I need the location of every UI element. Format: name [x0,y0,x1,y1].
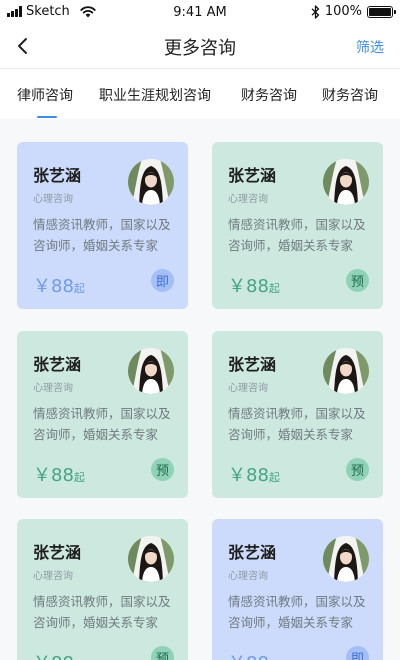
price-value: 88 [51,465,74,486]
consultant-card-2[interactable]: 张艺涵 心理咨询 情感资讯教师，国家以及 咨询师，婚姻关系专家 ￥88起 预 [212,142,383,309]
consultant-category: 心理咨询 [33,571,73,582]
currency-symbol: ￥ [33,465,51,486]
availability-badge: 即 [151,269,174,292]
battery-icon [367,5,396,18]
avatar-photo [323,348,369,394]
price-value: 88 [246,276,269,297]
active-tab-indicator [37,116,57,118]
consultant-card-4[interactable]: 张艺涵 心理咨询 情感资讯教师，国家以及 咨询师，婚姻关系专家 ￥88起 预 [212,331,383,498]
price: ￥88起 [228,461,280,487]
description-line: 咨询师，婚姻关系专家 [33,238,159,253]
consultant-category: 心理咨询 [228,571,268,582]
avatar [128,159,174,205]
bluetooth-icon [311,4,319,19]
currency-symbol: ￥ [33,653,51,660]
consultant-name: 张艺涵 [33,355,82,374]
availability-badge: 预 [346,458,369,481]
description-line: 情感资讯教师，国家以及 [228,594,366,609]
consultant-name: 张艺涵 [228,355,277,374]
description-line: 咨询师，婚姻关系专家 [228,238,354,253]
currency-symbol: ￥ [228,276,246,297]
description-line: 咨询师，婚姻关系专家 [228,615,354,630]
currency-symbol: ￥ [33,276,51,297]
currency-symbol: ￥ [228,465,246,486]
description-line: 情感资讯教师，国家以及 [33,217,171,232]
price-value: 88 [246,465,269,486]
consultant-card-3[interactable]: 张艺涵 心理咨询 情感资讯教师，国家以及 咨询师，婚姻关系专家 ￥88起 预 [17,331,188,498]
filter-button[interactable]: 筛选 [356,37,384,57]
description-line: 咨询师，婚姻关系专家 [33,427,159,442]
description-line: 情感资讯教师，国家以及 [228,406,366,421]
currency-symbol: ￥ [228,653,246,660]
consultant-category: 心理咨询 [33,194,73,205]
status-right: 100% [311,4,396,19]
consultant-category: 心理咨询 [228,383,268,394]
price-suffix: 起 [268,471,280,484]
price: ￥88起 [33,461,85,487]
consultant-category: 心理咨询 [33,383,73,394]
avatar [128,536,174,582]
price-value: 88 [246,653,269,660]
consultant-description: 情感资讯教师，国家以及 咨询师，婚姻关系专家 [228,214,378,256]
tab-lawyer[interactable]: 律师咨询 [17,85,73,105]
availability-badge: 即 [346,646,369,660]
category-tabs: 律师咨询 职业生涯规划咨询 财务咨询 财务咨询 [0,69,400,119]
avatar [128,348,174,394]
page-title: 更多咨询 [164,38,236,59]
avatar-photo [128,348,174,394]
avatar [323,348,369,394]
consultant-name: 张艺涵 [228,543,277,562]
price-suffix: 起 [73,282,85,295]
consultant-card-6[interactable]: 张艺涵 心理咨询 情感资讯教师，国家以及 咨询师，婚姻关系专家 ￥88起 即 [212,519,383,660]
avatar-photo [323,159,369,205]
tab-finance[interactable]: 财务咨询 [241,85,297,105]
consultant-description: 情感资讯教师，国家以及 咨询师，婚姻关系专家 [228,403,378,445]
battery-fill [369,7,391,16]
avatar [323,536,369,582]
tab-finance-2[interactable]: 财务咨询 [322,85,378,105]
consultant-name: 张艺涵 [33,543,82,562]
avatar-photo [323,536,369,582]
consultant-card-1[interactable]: 张艺涵 心理咨询 情感资讯教师，国家以及 咨询师，婚姻关系专家 ￥88起 即 [17,142,188,309]
description-line: 情感资讯教师，国家以及 [33,594,171,609]
price: ￥88起 [228,272,280,298]
avatar-photo [128,159,174,205]
description-line: 咨询师，婚姻关系专家 [228,427,354,442]
consultant-description: 情感资讯教师，国家以及 咨询师，婚姻关系专家 [33,403,183,445]
battery-percent: 100% [324,4,362,19]
description-line: 情感资讯教师，国家以及 [228,217,366,232]
screen: Sketch 9:41 AM 100% 更多咨询 筛选 律师咨询 职业生涯规划咨… [0,0,400,660]
consultant-card-5[interactable]: 张艺涵 心理咨询 情感资讯教师，国家以及 咨询师，婚姻关系专家 ￥88起 预 [17,519,188,660]
price-value: 88 [51,653,74,660]
price-value: 88 [51,276,74,297]
availability-badge: 预 [151,458,174,481]
consultant-category: 心理咨询 [228,194,268,205]
status-bar: Sketch 9:41 AM 100% [0,0,400,26]
price: ￥88起 [33,272,85,298]
description-line: 咨询师，婚姻关系专家 [33,615,159,630]
avatar-photo [128,536,174,582]
price: ￥88起 [33,649,85,660]
consultant-description: 情感资讯教师，国家以及 咨询师，婚姻关系专家 [33,591,183,633]
price-suffix: 起 [73,471,85,484]
tab-career-planning[interactable]: 职业生涯规划咨询 [99,85,211,105]
avatar [323,159,369,205]
nav-bar: 更多咨询 筛选 [0,26,400,68]
consultant-description: 情感资讯教师，国家以及 咨询师，婚姻关系专家 [228,591,378,633]
availability-badge: 预 [346,269,369,292]
price: ￥88起 [228,649,280,660]
consultant-name: 张艺涵 [33,166,82,185]
description-line: 情感资讯教师，国家以及 [33,406,171,421]
consultant-name: 张艺涵 [228,166,277,185]
consultant-description: 情感资讯教师，国家以及 咨询师，婚姻关系专家 [33,214,183,256]
price-suffix: 起 [268,282,280,295]
availability-badge: 预 [151,646,174,660]
